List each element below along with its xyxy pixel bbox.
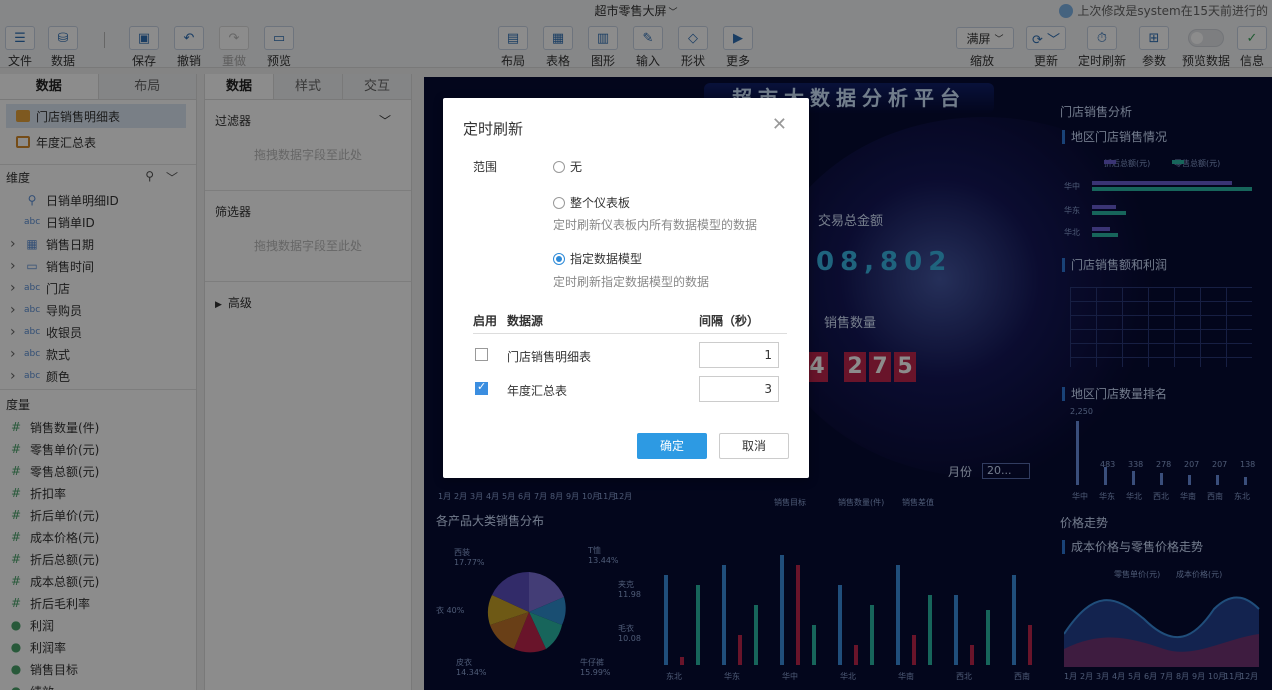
ok-button[interactable]: 确定 [637,433,707,459]
col-interval: 间隔（秒） [699,314,760,328]
dialog-title: 定时刷新 [463,120,524,138]
scope-label: 范围 [473,160,498,174]
table-row: 门店销售明细表 1 [473,340,787,370]
interval-input[interactable]: 1 [699,342,779,368]
enable-checkbox[interactable] [475,348,488,361]
table-row: 年度汇总表 3 [473,374,787,404]
radio-description: 定时刷新指定数据模型的数据 [553,275,710,289]
col-enable: 启用 [473,314,498,328]
radio-button[interactable] [553,160,565,173]
radio-none[interactable]: 无 [553,158,582,175]
radio-specific-model[interactable]: 指定数据模型 [553,250,642,267]
radio-button[interactable] [553,196,565,209]
radio-button[interactable] [553,252,565,265]
cancel-button[interactable]: 取消 [719,433,789,459]
radio-description: 定时刷新仪表板内所有数据模型的数据 [553,218,758,232]
radio-whole-dashboard[interactable]: 整个仪表板 [553,194,630,211]
datasource-name: 年度汇总表 [507,384,568,398]
timed-refresh-dialog: 定时刷新 ✕ 范围 无 整个仪表板 定时刷新仪表板内所有数据模型的数据 指定数据… [443,98,809,478]
refresh-table-header: 启用 数据源 间隔（秒） [473,304,787,334]
enable-checkbox[interactable] [475,380,488,395]
datasource-name: 门店销售明细表 [507,350,592,364]
close-icon[interactable]: ✕ [772,114,787,135]
col-source: 数据源 [507,314,544,328]
interval-input[interactable]: 3 [699,376,779,402]
